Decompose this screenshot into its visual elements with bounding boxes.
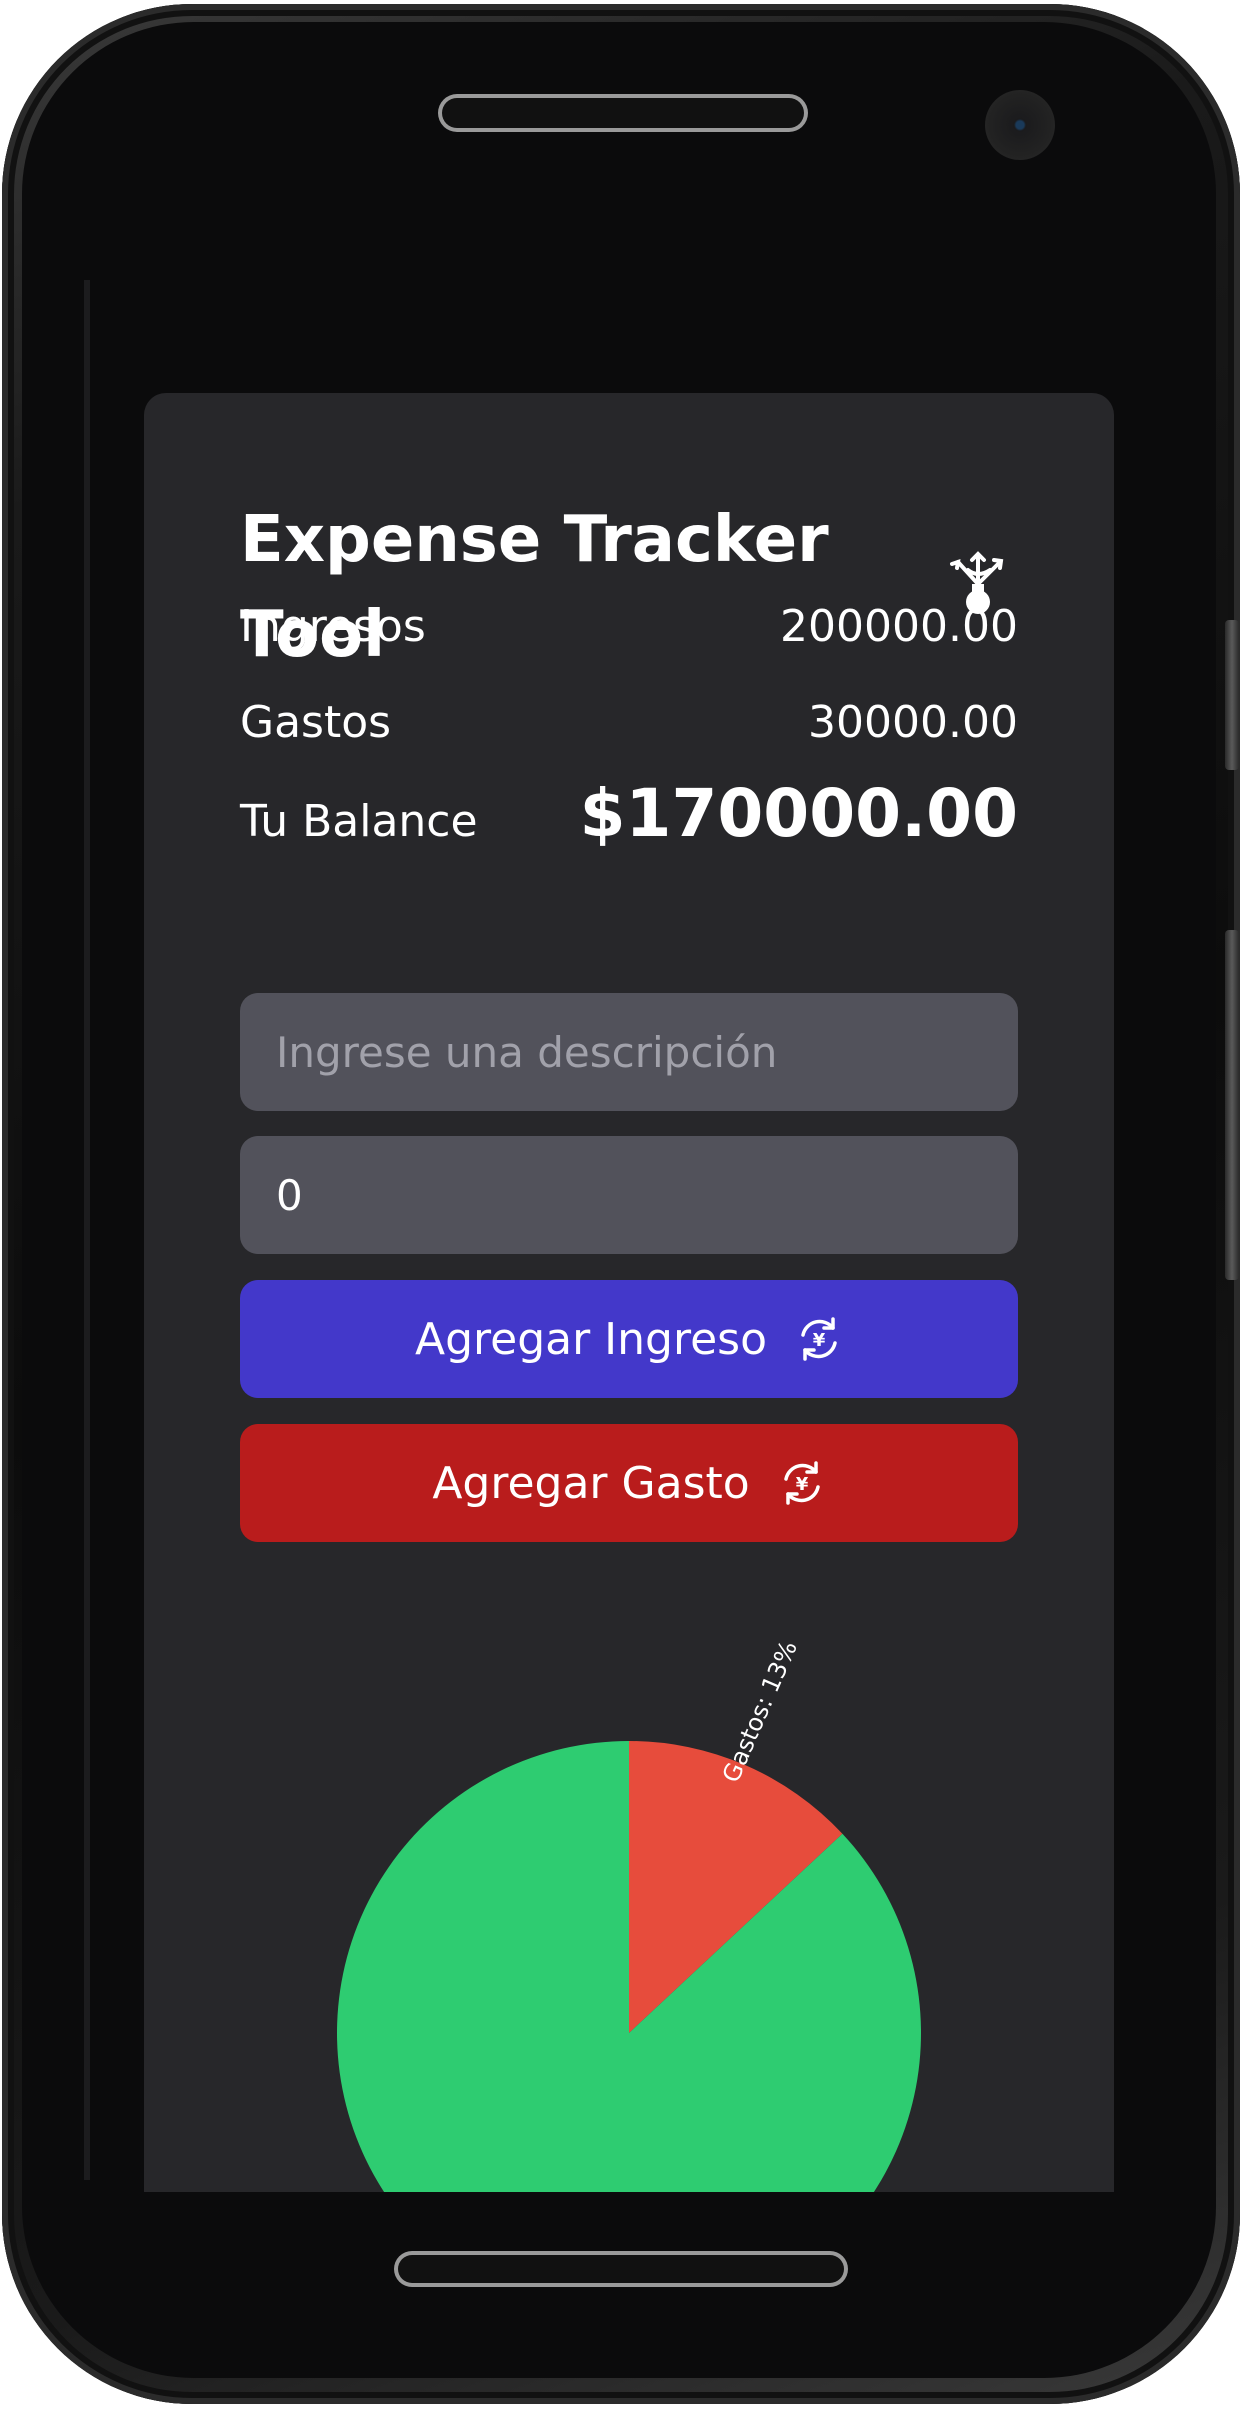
expense-row: Gastos 30000.00 [240,697,1018,748]
income-value: 200000.00 [780,601,1018,652]
balance-label: Tu Balance [240,796,478,847]
screen-edge [84,280,90,2180]
bottom-speaker [398,2255,844,2283]
currency-exchange-icon: ¥ [783,1461,820,1505]
earpiece-speaker [442,98,804,128]
pie-chart: Gastos: 13% [337,1636,921,2192]
income-row: Ingresos 200000.00 [240,601,1018,652]
add-income-label: Agregar Ingreso [414,1313,768,1365]
tracker-card: Expense Tracker Tool Ingresos 200000.00 … [144,393,1114,2192]
description-input[interactable] [240,993,1018,1111]
add-income-button[interactable]: Agregar Ingreso ¥ [240,1280,1018,1398]
add-expense-button[interactable]: Agregar Gasto ¥ [240,1424,1018,1542]
app-screen: Expense Tracker Tool Ingresos 200000.00 … [84,280,1168,2192]
pie-slice-ingresos [337,1741,921,2192]
balance-row: Tu Balance $170000.00 [240,775,1018,852]
amount-input[interactable] [240,1136,1018,1254]
expense-label: Gastos [240,697,392,748]
income-label: Ingresos [240,601,426,652]
volume-button [1225,620,1239,770]
balance-value: $170000.00 [579,775,1018,852]
svg-text:¥: ¥ [813,1330,826,1351]
page-title: Expense Tracker Tool [240,503,829,672]
front-camera [985,90,1055,160]
pie-slice-label: Gastos: 13% [717,1636,803,1786]
currency-exchange-icon: ¥ [801,1317,837,1361]
expense-value: 30000.00 [808,697,1018,748]
power-button [1225,930,1239,1280]
phone-device: Expense Tracker Tool Ingresos 200000.00 … [0,0,1245,2415]
add-expense-label: Agregar Gasto [432,1457,750,1509]
svg-text:¥: ¥ [795,1474,808,1495]
